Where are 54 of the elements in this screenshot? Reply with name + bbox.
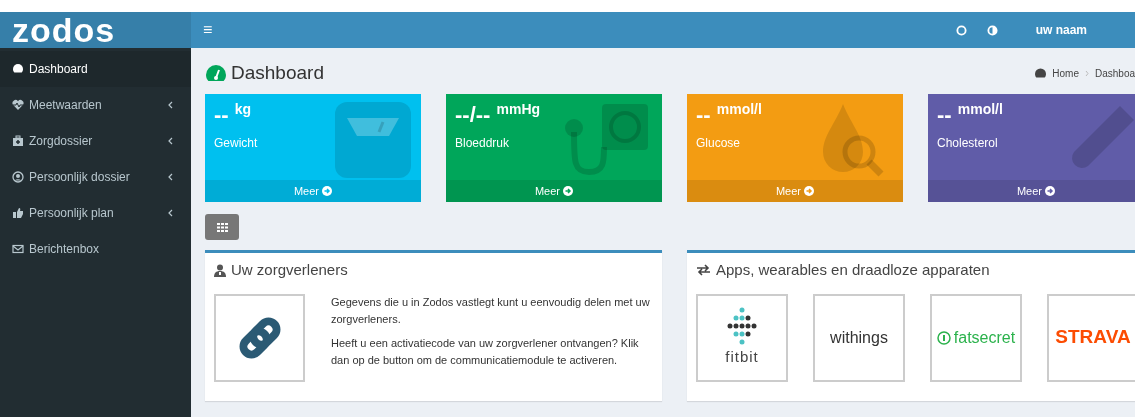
user-circle-icon bbox=[12, 171, 24, 183]
logo[interactable]: zodos bbox=[0, 12, 191, 48]
user-menu[interactable]: uw naam bbox=[1035, 21, 1087, 39]
heartbeat-icon bbox=[12, 99, 24, 111]
envelope-icon bbox=[12, 243, 24, 255]
stat-label: Glucose bbox=[695, 135, 742, 153]
app-name: fatsecret bbox=[953, 327, 1016, 348]
page-title: Dashboard bbox=[231, 60, 324, 85]
stat-label: Gewicht bbox=[213, 135, 259, 153]
arrow-circle-icon bbox=[804, 186, 815, 196]
grid-icon bbox=[216, 222, 228, 232]
stat-value: --/-- $^{mmHg}$ bbox=[454, 99, 542, 129]
sidebar-item[interactable]: Persoonlijk plan bbox=[0, 195, 191, 231]
exchange-icon bbox=[696, 264, 711, 277]
grid-button[interactable] bbox=[205, 214, 239, 240]
more-link[interactable]: Meer bbox=[446, 180, 662, 202]
paragraph: Gegevens die u in Zodos vastlegt kunt u eenvoudig delen met uw zorgverleners. bbox=[331, 294, 651, 328]
separator-icon bbox=[1084, 69, 1089, 77]
gauge-icon bbox=[12, 63, 24, 75]
gauge-icon bbox=[1035, 68, 1047, 78]
arrow-circle-icon bbox=[563, 186, 574, 196]
arrow-circle-icon bbox=[322, 186, 333, 196]
thumbs-up-icon bbox=[12, 207, 24, 219]
app-name: fitbit bbox=[725, 347, 759, 368]
app-name: withings bbox=[830, 327, 888, 348]
paragraph: Heeft u een activatiecode van uw zorgverlener ontvangen? Klik dan op de button om de communicatiemodule te activeren. bbox=[331, 335, 640, 369]
stat-label: Cholesterol bbox=[936, 135, 999, 153]
stat-value: -- $^{mmol/l}$ bbox=[695, 99, 763, 129]
scale-icon bbox=[335, 102, 411, 178]
sidebar-item[interactable]: Dashboard bbox=[0, 51, 191, 87]
stat-label: Bloeddruk bbox=[454, 135, 511, 153]
medkit-icon bbox=[12, 135, 24, 147]
breadcrumb-item[interactable]: Home bbox=[1052, 65, 1079, 81]
sidebar-item[interactable]: Meetwaarden bbox=[0, 87, 191, 123]
breadcrumb-item: Dashboa bbox=[1094, 66, 1135, 81]
doctor-icon bbox=[214, 263, 226, 277]
menu-toggle[interactable]: ≡ bbox=[203, 18, 213, 42]
stat-value: -- $^{kg}$ bbox=[213, 99, 253, 129]
sidebar-item[interactable]: Persoonlijk dossier bbox=[0, 159, 191, 195]
link-tile[interactable] bbox=[214, 293, 305, 382]
panel-title: Apps, wearables en draadloze apparaten bbox=[716, 260, 990, 280]
more-link[interactable]: Meer bbox=[928, 180, 1135, 202]
circle-icon[interactable] bbox=[955, 24, 967, 36]
sidebar-item[interactable]: Berichtenbox bbox=[0, 231, 191, 267]
app-name: STRAVA bbox=[1055, 325, 1131, 350]
app-tile[interactable]: withings bbox=[813, 293, 905, 382]
app-tile[interactable]: fitbit bbox=[696, 293, 788, 382]
contrast-icon[interactable] bbox=[986, 24, 998, 36]
panel-title: Uw zorgverleners bbox=[231, 260, 348, 280]
arrow-circle-icon bbox=[1045, 186, 1056, 196]
gauge-icon bbox=[205, 64, 227, 82]
keyhole-icon bbox=[936, 330, 951, 345]
stat-value: -- $^{mmol/l}$ bbox=[936, 99, 1004, 129]
sidebar-item[interactable]: Zorgdossier bbox=[0, 123, 191, 159]
